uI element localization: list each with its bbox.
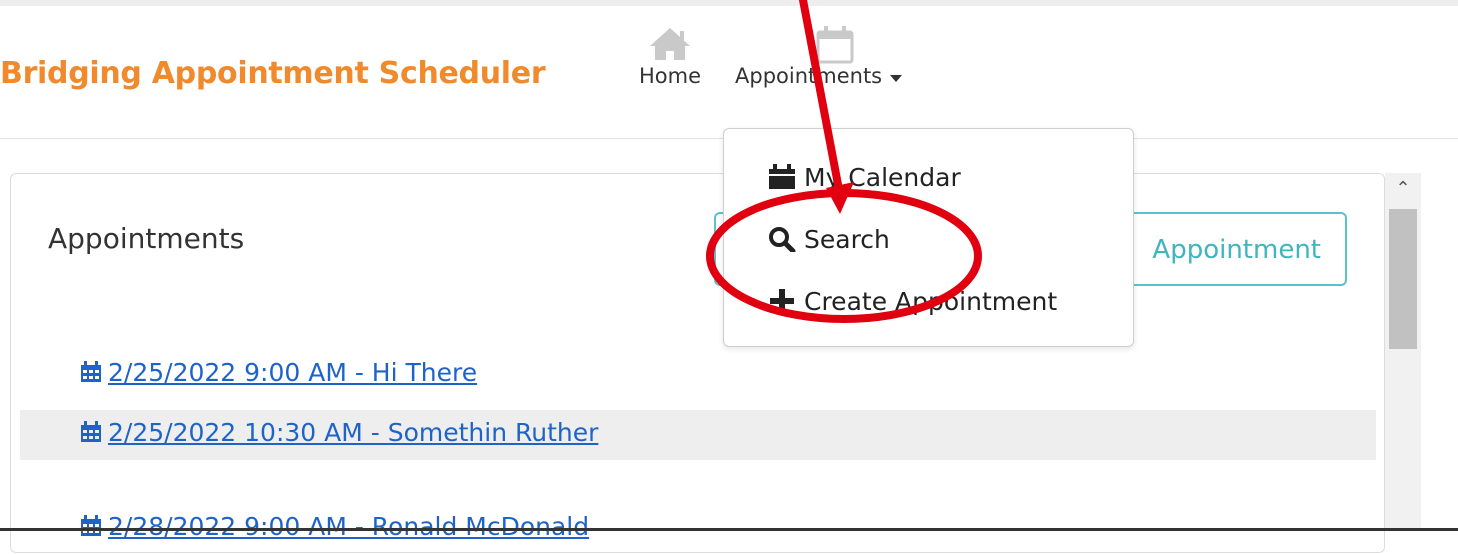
menu-item-search[interactable]: Search [768, 225, 890, 254]
navbar: Bridging Appointment Scheduler Home Appo… [0, 6, 1458, 139]
calendar-icon [81, 421, 101, 442]
menu-item-label: My Calendar [804, 163, 961, 192]
appointments-dropdown-menu: My Calendar Search Create Appointment [723, 128, 1134, 347]
search-icon [769, 227, 796, 252]
menu-item-label: Create Appointment [804, 287, 1058, 316]
appointment-link[interactable]: 2/25/2022 10:30 AM - Somethin Ruther [80, 418, 598, 447]
brand-title[interactable]: Bridging Appointment Scheduler [0, 56, 546, 91]
scroll-up-arrow-icon[interactable]: ⌃ [1385, 173, 1421, 205]
appointment-link-text: 2/25/2022 10:30 AM - Somethin Ruther [108, 418, 599, 447]
appointment-link-text: 2/28/2022 9:00 AM - Ronald McDonald [108, 512, 590, 541]
appointment-link[interactable]: 2/28/2022 9:00 AM - Ronald McDonald [80, 512, 589, 541]
card-title: Appointments [48, 222, 245, 255]
menu-item-label: Search [804, 225, 890, 254]
scrollbar[interactable]: ⌃ [1385, 173, 1421, 531]
nav-home-label: Home [638, 64, 701, 88]
new-appointment-button-label: Appointment [1152, 235, 1321, 265]
scroll-thumb[interactable] [1389, 209, 1417, 349]
calendar-icon [81, 515, 101, 536]
calendar-icon [769, 164, 795, 189]
menu-item-create-appointment[interactable]: Create Appointment [768, 287, 1057, 316]
appointment-link[interactable]: 2/25/2022 9:00 AM - Hi There [80, 358, 477, 387]
calendar-icon [816, 26, 854, 64]
home-icon [650, 28, 690, 60]
nav-home[interactable]: Home [632, 24, 708, 88]
nav-appointments-dropdown[interactable]: Appointments [735, 24, 935, 88]
menu-item-my-calendar[interactable]: My Calendar [768, 163, 961, 192]
list-item: 2/25/2022 10:30 AM - Somethin Ruther [20, 410, 1376, 460]
plus-icon [770, 289, 794, 313]
appointment-link-text: 2/25/2022 9:00 AM - Hi There [108, 358, 478, 387]
chevron-down-icon [890, 75, 903, 82]
list-item: 2/25/2022 9:00 AM - Hi There [20, 350, 1376, 400]
nav-appointments-label: Appointments [735, 64, 883, 88]
calendar-icon [81, 361, 101, 382]
